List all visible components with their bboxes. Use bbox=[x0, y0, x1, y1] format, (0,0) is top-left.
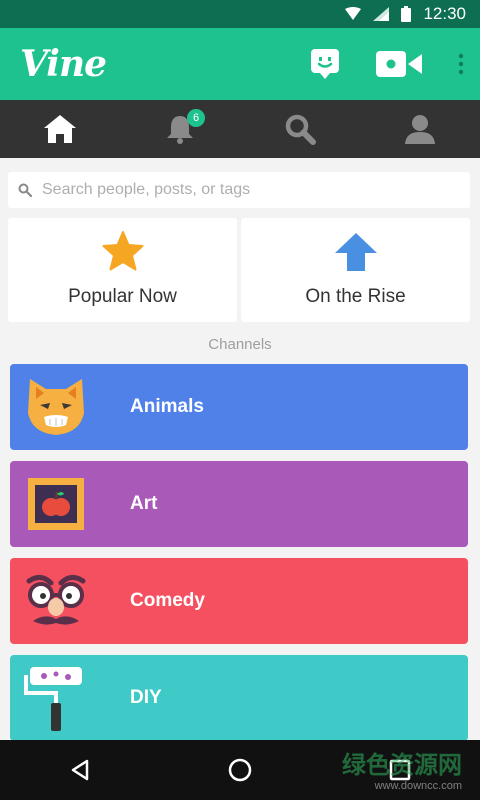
paint-roller-icon bbox=[22, 664, 90, 732]
home-icon bbox=[44, 115, 76, 143]
channel-diy-label: DIY bbox=[130, 687, 162, 708]
channel-art-label: Art bbox=[130, 493, 158, 514]
channels-heading: Channels bbox=[208, 336, 272, 353]
clock: 12:30 bbox=[423, 4, 466, 23]
featured-row: Popular Now On the Rise bbox=[8, 218, 470, 322]
up-arrow-icon bbox=[334, 233, 377, 271]
status-bar: 12:30 bbox=[0, 0, 480, 28]
home-circle-icon bbox=[228, 758, 252, 782]
home-button[interactable] bbox=[210, 740, 270, 800]
channel-comedy[interactable]: Comedy bbox=[10, 558, 468, 644]
overflow-menu-button[interactable] bbox=[458, 53, 464, 75]
video-camera-button[interactable] bbox=[376, 51, 422, 77]
on-the-rise-label: On the Rise bbox=[305, 286, 406, 307]
popular-now-card[interactable]: Popular Now bbox=[8, 218, 237, 322]
channel-animals[interactable]: Animals bbox=[10, 364, 468, 450]
battery-icon bbox=[401, 6, 412, 22]
tab-notifications[interactable]: 6 bbox=[120, 100, 240, 158]
wifi-icon bbox=[345, 7, 362, 20]
signal-icon bbox=[373, 7, 390, 21]
tab-search[interactable] bbox=[240, 100, 360, 158]
search-input[interactable] bbox=[42, 181, 442, 199]
vine-logo: Vine bbox=[20, 43, 107, 85]
notification-badge: 6 bbox=[187, 109, 205, 127]
explore-content: Popular Now On the Rise Channels bbox=[0, 158, 480, 740]
watermark-title: 绿色资源网 bbox=[342, 752, 462, 779]
search-icon bbox=[285, 114, 316, 145]
video-camera-icon bbox=[376, 51, 422, 77]
profile-icon bbox=[405, 115, 435, 144]
channel-list: Animals Art Comedy DIY bbox=[10, 364, 468, 740]
app-bar: Vine bbox=[0, 28, 480, 100]
back-icon bbox=[71, 759, 89, 781]
channel-art[interactable]: Art bbox=[10, 461, 468, 547]
messages-icon bbox=[311, 49, 339, 79]
channel-animals-label: Animals bbox=[130, 396, 204, 417]
star-icon bbox=[102, 231, 143, 271]
disguise-glasses-icon bbox=[22, 567, 90, 635]
tab-bar: 6 bbox=[0, 100, 480, 158]
app-actions bbox=[310, 28, 464, 100]
back-button[interactable] bbox=[50, 740, 110, 800]
watermark-url: www.downcc.com bbox=[374, 780, 462, 792]
search-bar[interactable] bbox=[8, 172, 470, 208]
overflow-menu-icon bbox=[458, 53, 464, 75]
watermark: 绿色资源网 www.downcc.com bbox=[342, 745, 462, 792]
tab-home[interactable] bbox=[0, 100, 120, 158]
on-the-rise-card[interactable]: On the Rise bbox=[241, 218, 470, 322]
channel-comedy-label: Comedy bbox=[130, 590, 205, 611]
messages-button[interactable] bbox=[310, 48, 340, 80]
cat-icon bbox=[22, 373, 90, 441]
tab-profile[interactable] bbox=[360, 100, 480, 158]
channel-diy[interactable]: DIY bbox=[10, 655, 468, 740]
search-field-icon bbox=[18, 183, 32, 197]
framed-apple-icon bbox=[22, 470, 90, 538]
popular-now-label: Popular Now bbox=[68, 286, 177, 307]
